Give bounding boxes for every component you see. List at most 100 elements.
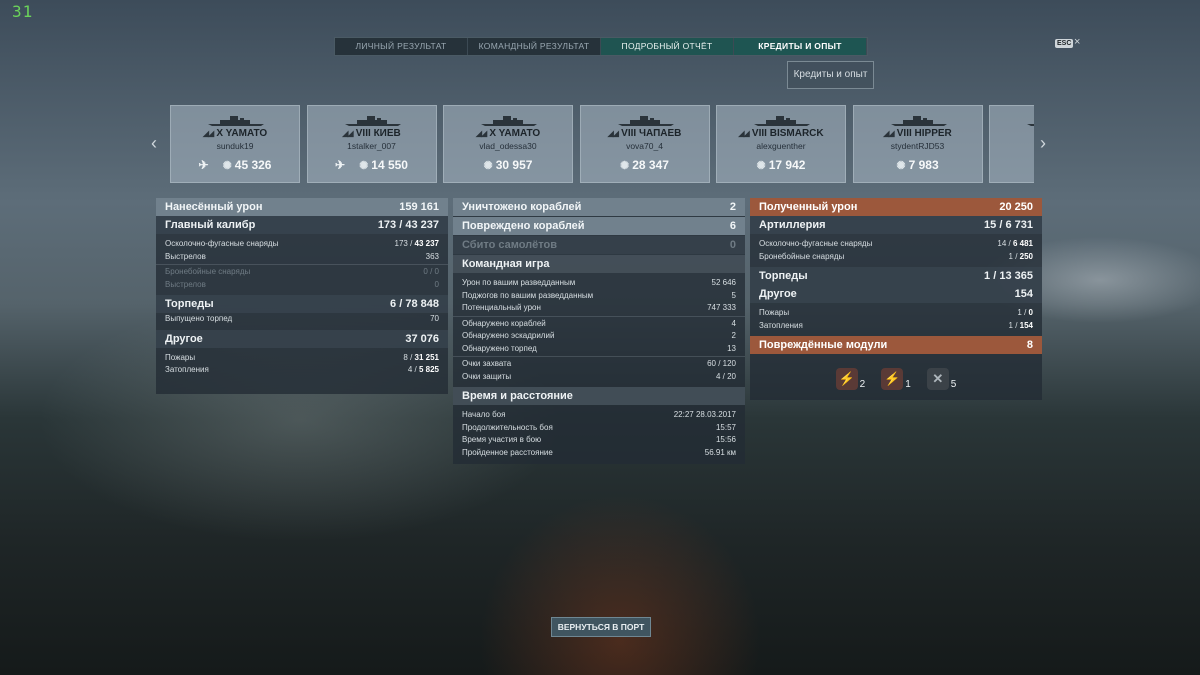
floods-row: Затопления 4 / 5 825 xyxy=(165,365,439,374)
main-battery-header: Главный калибр 173 / 43 237 xyxy=(156,216,448,234)
ship-damage: ✺ 7 983 xyxy=(896,158,939,172)
torpedoes-fired-row: Выпущено торпед 70 xyxy=(165,314,439,323)
ship-card[interactable]: ◢◢ ✺ xyxy=(989,105,1034,183)
result-tabs: ЛИЧНЫЙ РЕЗУЛЬТАТ КОМАНДНЫЙ РЕЗУЛЬТАТ ПОД… xyxy=(334,37,868,56)
ship-name: ◢◢ VIII HIPPER xyxy=(883,128,952,139)
ship-card[interactable]: ◢◢ X YAMATO vlad_odessa30 ✺ 30 957 xyxy=(443,105,573,183)
fps-counter: 31 xyxy=(12,2,34,21)
team-play-header: Командная игра xyxy=(453,255,745,273)
tab-credits-xp[interactable]: КРЕДИТЫ И ОПЫТ xyxy=(734,38,867,55)
module-item: ✕ 5 xyxy=(926,368,956,390)
artillery-header: Артиллерия 15 / 6 731 xyxy=(750,216,1042,234)
team-row: Обнаружено эскадрилий 2 xyxy=(462,331,736,340)
ship-silhouette-icon xyxy=(754,116,810,126)
ship-card[interactable]: ◢◢ VIII HIPPER stydentRJD53 ✺ 7 983 xyxy=(852,105,983,183)
aircraft-icon: ✈ xyxy=(198,158,209,172)
ship-silhouette-icon xyxy=(481,116,537,126)
damage-received-header: Полученный урон 20 250 xyxy=(750,198,1042,216)
ship-silhouette-icon xyxy=(344,116,401,126)
nation-flag-icon: ◢◢ xyxy=(738,129,750,138)
ships-damaged-header: Повреждено кораблей 6 xyxy=(453,217,745,235)
aa-module-icon: ✕ xyxy=(926,368,949,390)
ship-carousel: ◢◢ X YAMATO sunduk19 ✈ ✺ 45 326 ◢◢ VIII КИЕВ 1… xyxy=(170,105,1034,183)
ship-name: ◢◢ VIII КИЕВ xyxy=(342,128,401,139)
team-row: Обнаружено торпед 13 xyxy=(462,343,736,353)
ship-damage: ✈ ✺ 14 550 xyxy=(335,158,408,172)
nation-flag-icon: ◢◢ xyxy=(883,129,895,138)
damage-received-panel: Полученный урон 20 250 Артиллерия 15 / 6 7… xyxy=(750,198,1042,400)
return-to-port-button[interactable]: ВЕРНУТЬСЯ В ПОРТ xyxy=(551,617,651,637)
nation-flag-icon: ◢◢ xyxy=(202,129,215,138)
fires-row: Пожары 8 / 31 251 xyxy=(165,352,439,362)
explosion-icon: ✺ xyxy=(756,160,766,172)
ap-shots-row: Выстрелов 0 xyxy=(165,279,439,289)
aircraft-icon: ✈ xyxy=(335,158,346,172)
ship-card[interactable]: ◢◢ X YAMATO sunduk19 ✈ ✺ 45 326 xyxy=(170,105,300,183)
he-shells-row: Осколочно-фугасные снаряды 173 / 43 237 xyxy=(165,239,439,248)
ap-received-row: Бронебойные снаряды 1 / 250 xyxy=(759,251,1033,261)
player-name: sunduk19 xyxy=(216,141,254,151)
ship-name: ◢◢ X YAMATO xyxy=(202,128,268,139)
ap-shells-row: Бронебойные снаряды 0 / 0 xyxy=(165,267,439,276)
chevron-left-icon[interactable]: ‹ xyxy=(151,133,157,154)
fires-received-row: Пожары 1 / 0 xyxy=(759,308,1033,317)
time-row: Пройденное расстояние 56.91 км xyxy=(462,447,736,457)
he-received-row: Осколочно-фугасные снаряды 14 / 6 481 xyxy=(759,239,1033,248)
torpedoes-received-header: Торпеды 1 / 13 365 xyxy=(750,267,1042,285)
esc-key-hint[interactable]: ESC xyxy=(1055,39,1074,48)
damaged-modules-header: Повреждённые модули 8 xyxy=(750,336,1042,354)
explosion-icon: ✺ xyxy=(359,160,369,172)
team-stats-panel: Уничтожено кораблей 2 Повреждено кораблей… xyxy=(453,198,745,464)
main-battery-module-icon: ⚡ xyxy=(835,368,858,390)
ship-card[interactable]: ◢◢ VIII BISMARCK alexguenther ✺ 17 942 xyxy=(716,105,846,183)
time-row: Начало боя 22:27 28.03.2017 xyxy=(462,410,736,419)
planes-shot-header: Сбито самолётов 0 xyxy=(453,236,745,254)
chevron-right-icon[interactable]: › xyxy=(1040,133,1046,154)
module-item: ⚡ 1 xyxy=(881,368,911,390)
explosion-icon: ✺ xyxy=(620,160,630,172)
explosion-icon: ✺ xyxy=(896,160,906,172)
damage-dealt-panel: Нанесённый урон 159 161 Главный калибр 173… xyxy=(156,198,448,394)
team-row: Урон по вашим разведданным 52 646 xyxy=(462,278,736,287)
ship-silhouette-icon xyxy=(208,116,264,126)
tab-personal[interactable]: ЛИЧНЫЙ РЕЗУЛЬТАТ xyxy=(335,38,468,55)
ship-name: ◢◢ VIII ЧАПАЕВ xyxy=(607,128,682,139)
tab-team[interactable]: КОМАНДНЫЙ РЕЗУЛЬТАТ xyxy=(468,38,601,55)
ship-name: ◢◢ VIII BISMARCK xyxy=(738,128,824,139)
player-name: vlad_odessa30 xyxy=(479,141,537,151)
team-row: Обнаружено кораблей 4 xyxy=(462,318,736,328)
secondary-battery-module-icon: ⚡ xyxy=(881,368,904,390)
ship-card[interactable]: ◢◢ VIII КИЕВ 1stalker_007 ✈ ✺ 14 550 xyxy=(306,105,437,183)
close-icon[interactable]: × xyxy=(1074,36,1080,48)
other-received-header: Другое 154 xyxy=(750,285,1042,303)
team-row: Поджогов по вашим разведданным 5 xyxy=(462,290,736,300)
ship-name: ◢◢ xyxy=(990,128,1034,139)
nation-flag-icon: ◢◢ xyxy=(342,129,354,138)
ship-silhouette-icon xyxy=(890,116,947,126)
ship-silhouette-icon xyxy=(1027,124,1034,126)
explosion-icon: ✺ xyxy=(222,160,232,172)
ship-damage: ✺ 28 347 xyxy=(620,158,669,172)
player-name: stydentRJD53 xyxy=(890,141,945,151)
team-row: Очки захвата 60 / 120 xyxy=(462,359,736,368)
module-item: ⚡ 2 xyxy=(835,368,865,390)
ship-name: ◢◢ X YAMATO xyxy=(475,128,541,139)
nation-flag-icon: ◢◢ xyxy=(475,129,488,138)
player-name: alexguenther xyxy=(756,141,806,151)
tab-detailed-report[interactable]: ПОДРОБНЫЙ ОТЧЁТ xyxy=(601,38,734,55)
he-shots-row: Выстрелов 363 xyxy=(165,251,439,261)
time-distance-header: Время и расстояние xyxy=(453,387,745,405)
ship-damage: ✺ 30 957 xyxy=(483,158,533,172)
ship-damage: ✺ xyxy=(990,158,1034,172)
torpedoes-header: Торпеды 6 / 78 848 xyxy=(156,295,448,313)
other-damage-header: Другое 37 076 xyxy=(156,329,448,348)
explosion-icon: ✺ xyxy=(483,160,493,172)
player-name: vova70_4 xyxy=(626,141,663,151)
damage-dealt-header: Нанесённый урон 159 161 xyxy=(156,198,448,216)
team-row: Потенциальный урон 747 333 xyxy=(462,303,736,312)
team-row: Очки защиты 4 / 20 xyxy=(462,371,736,381)
time-row: Продолжительность боя 15:57 xyxy=(462,422,736,432)
ship-card[interactable]: ◢◢ VIII ЧАПАЕВ vova70_4 ✺ 28 347 xyxy=(579,105,710,183)
credits-xp-button[interactable]: Кредиты и опыт xyxy=(787,61,874,89)
floods-received-row: Затопления 1 / 154 xyxy=(759,320,1033,330)
